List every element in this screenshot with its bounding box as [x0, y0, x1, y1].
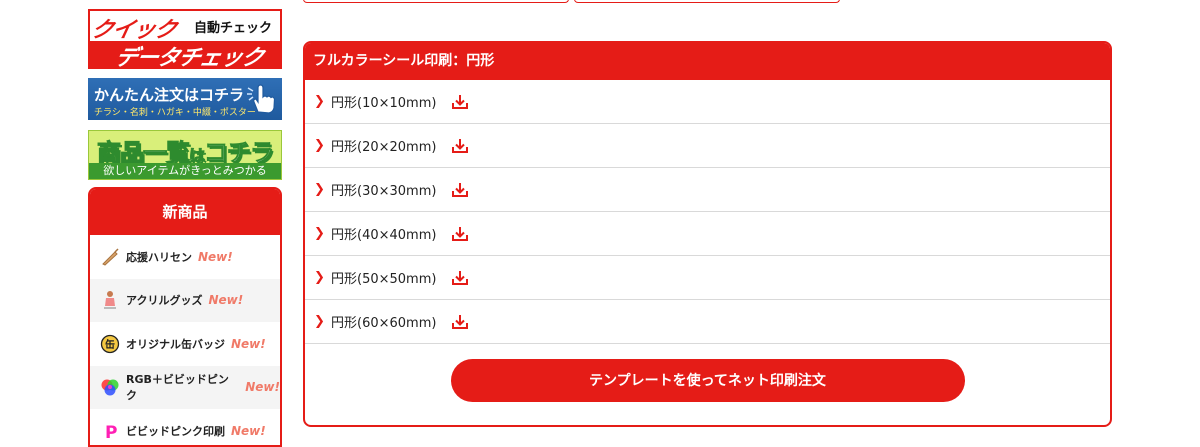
acrylic-figure-icon	[100, 290, 120, 310]
pointing-hand-icon	[247, 84, 276, 114]
chevron-right-icon: ❯	[314, 138, 325, 153]
new-tag: New!	[198, 249, 233, 264]
template-row[interactable]: ❯ 円形(60×60mm)	[305, 300, 1110, 344]
cta-wrapper: テンプレートを使ってネット印刷注文	[305, 359, 1110, 402]
new-item-label: ビビッドピンク印刷	[126, 424, 225, 438]
new-item-label: RGB＋ビビッドピンク	[126, 373, 229, 403]
top-tab-stub-right[interactable]	[574, 0, 840, 3]
download-icon[interactable]	[450, 268, 470, 288]
new-item-label: 応援ハリセン	[126, 250, 192, 264]
easy-order-banner[interactable]: かんたん注文はコチラ チラシ・名刺・ハガキ・中綴・ポスター	[88, 78, 282, 120]
new-item-acrylic[interactable]: アクリルグッズ New!	[90, 278, 280, 322]
new-tag: New!	[208, 293, 244, 308]
letter-p-icon: P	[100, 421, 120, 441]
template-row-label[interactable]: 円形(40×40mm)	[331, 224, 436, 243]
new-products-box: 新商品 応援ハリセン New! アクリルグッズ New! 缶 オリジナル缶バッジ…	[88, 187, 282, 447]
download-icon[interactable]	[450, 312, 470, 332]
new-products-title: 新商品	[90, 189, 280, 235]
chevron-right-icon: ❯	[314, 182, 325, 197]
template-row[interactable]: ❯ 円形(40×40mm)	[305, 212, 1110, 256]
new-item-harisen[interactable]: 応援ハリセン New!	[90, 235, 280, 279]
new-item-vivid-pink[interactable]: P ビビッドピンク印刷 New!	[90, 409, 280, 445]
download-icon[interactable]	[450, 180, 470, 200]
quick-banner-main: データチェック	[112, 46, 266, 69]
product-list-subtitle: 欲しいアイテムがきっとみつかる	[89, 163, 281, 179]
new-item-can-badge[interactable]: 缶 オリジナル缶バッジ New!	[90, 322, 280, 366]
template-row-label[interactable]: 円形(30×30mm)	[331, 180, 436, 199]
new-item-label: オリジナル缶バッジ	[126, 337, 225, 351]
rgb-circles-icon	[100, 377, 120, 397]
quick-banner-subtitle: 自動チェック	[193, 21, 272, 36]
easy-order-title: かんたん注文はコチラ	[94, 86, 245, 104]
easy-order-subtitle: チラシ・名刺・ハガキ・中綴・ポスター	[94, 108, 256, 118]
product-list-banner[interactable]: 商品一覧はコチラ 欲しいアイテムがきっとみつかる	[88, 130, 282, 180]
round-sticker-template-panel: フルカラーシール印刷：円形 ❯ 円形(10×10mm) ❯ 円形(20×20mm…	[303, 41, 1112, 427]
template-row-label[interactable]: 円形(20×20mm)	[331, 136, 436, 155]
template-net-order-button[interactable]: テンプレートを使ってネット印刷注文	[450, 359, 965, 402]
template-row[interactable]: ❯ 円形(20×20mm)	[305, 124, 1110, 168]
fan-icon	[100, 247, 120, 267]
template-row[interactable]: ❯ 円形(10×10mm)	[305, 80, 1110, 124]
new-tag: New!	[231, 423, 266, 438]
download-icon[interactable]	[450, 224, 470, 244]
quick-data-check-banner[interactable]: クイック 自動チェック データチェック	[88, 9, 282, 69]
new-item-label: アクリルグッズ	[126, 294, 203, 308]
can-badge-icon: 缶	[100, 334, 120, 354]
template-row-label[interactable]: 円形(60×60mm)	[331, 312, 436, 331]
template-row-label[interactable]: 円形(50×50mm)	[331, 268, 436, 287]
template-row[interactable]: ❯ 円形(50×50mm)	[305, 256, 1110, 300]
chevron-right-icon: ❯	[314, 226, 325, 241]
chevron-right-icon: ❯	[314, 314, 325, 329]
top-tab-stub-left[interactable]	[303, 0, 569, 3]
new-item-rgb-pink[interactable]: RGB＋ビビッドピンク New!	[90, 365, 280, 409]
panel-title: フルカラーシール印刷：円形	[305, 43, 1110, 80]
download-icon[interactable]	[450, 92, 470, 112]
download-icon[interactable]	[450, 136, 470, 156]
chevron-right-icon: ❯	[314, 94, 325, 109]
chevron-right-icon: ❯	[314, 270, 325, 285]
svg-text:缶: 缶	[105, 338, 115, 351]
new-tag: New!	[245, 380, 280, 395]
svg-text:P: P	[105, 423, 117, 440]
new-tag: New!	[231, 336, 266, 351]
template-row[interactable]: ❯ 円形(30×30mm)	[305, 168, 1110, 212]
template-row-label[interactable]: 円形(10×10mm)	[331, 92, 436, 111]
